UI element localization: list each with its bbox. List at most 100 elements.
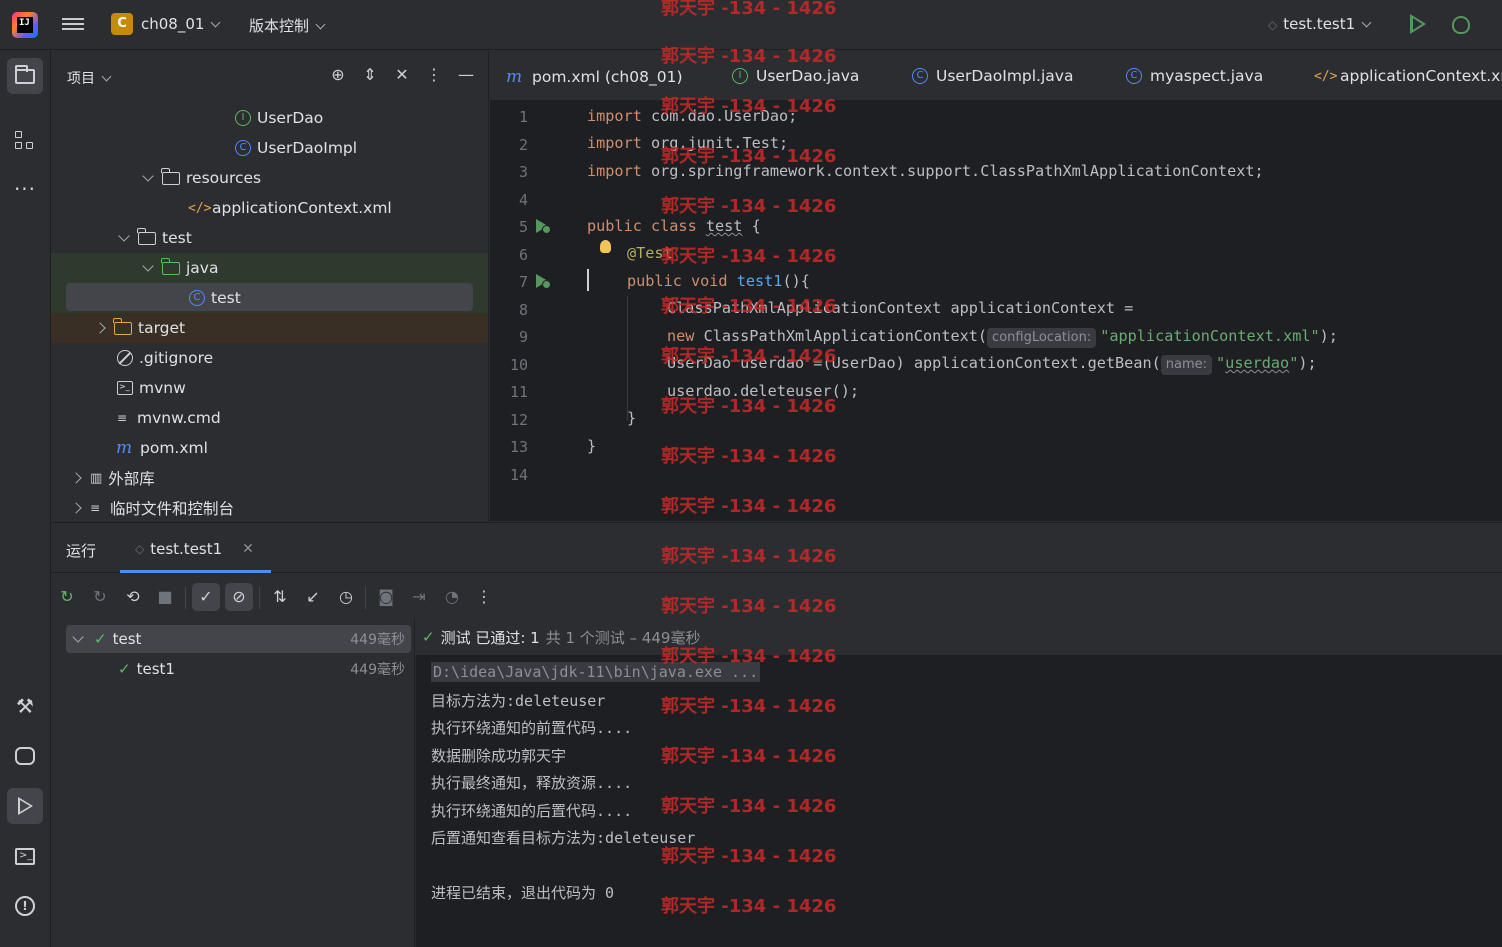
tree-item[interactable]: m pom.xml (51, 433, 488, 463)
tree-item-label: pom.xml (140, 439, 208, 457)
project-badge[interactable]: C (111, 13, 133, 35)
parameter-hint: configLocation: (987, 328, 1097, 348)
run-tool-button[interactable] (7, 788, 43, 824)
editor-area: m pom.xml (ch08_01) I UserDao.java C UserDa… (490, 51, 1502, 521)
scratch-icon: ≡ (90, 501, 101, 515)
folder-icon (137, 227, 156, 245)
code-line: } (587, 437, 597, 455)
line-number: 3 (518, 163, 528, 181)
rerun-failed-icon[interactable]: ↻ (86, 583, 114, 611)
debug-icon[interactable] (1452, 16, 1470, 34)
line-number: 7 (518, 273, 528, 291)
run-test-gutter-icon[interactable] (536, 274, 552, 289)
line-number: 14 (509, 466, 528, 484)
run-panel: 运行 ◇ test.test1 ✕ ↻ ↻ ⟲ ■ ✓ ⊘ ⇅ ↙ ◷ ◙ ⇥ … (51, 522, 1502, 947)
line-number: 1 (518, 108, 528, 126)
chevron-down-icon[interactable] (118, 230, 130, 242)
services-tool-button[interactable] (7, 738, 43, 774)
summary-status: 测试 已通过: 1 (440, 628, 540, 647)
class-icon: C (235, 140, 251, 156)
tree-item[interactable]: >_ mvnw (51, 373, 488, 403)
chevron-down-icon[interactable] (142, 170, 154, 182)
tree-item[interactable]: ≡ mvnw.cmd (51, 403, 488, 433)
test-suite-row[interactable]: ✓ test 449毫秒 (66, 625, 411, 653)
more-options-icon[interactable]: ⋮ (470, 583, 498, 611)
run-config-selector[interactable]: ◇ test.test1 (1268, 15, 1372, 33)
tree-item-label: target (138, 319, 186, 337)
run-tab[interactable]: ◇ test.test1 ✕ (135, 540, 254, 558)
tree-item-label: resources (186, 169, 262, 187)
tab-userdao[interactable]: I UserDao.java (732, 67, 859, 85)
build-tool-button[interactable]: ⚒ (7, 688, 43, 724)
sort-icon[interactable]: ⇅ (266, 583, 294, 611)
run-test-gutter-icon[interactable] (536, 219, 552, 234)
tree-item[interactable]: test (51, 223, 488, 253)
code-line: import org.springframework.context.suppo… (587, 162, 1264, 180)
run-icon[interactable] (1410, 14, 1426, 34)
tree-item[interactable]: ▥ 外部库 (51, 463, 488, 493)
text-file-icon: ≡ (117, 411, 128, 425)
run-tab-label: test.test1 (150, 540, 223, 558)
project-switcher[interactable]: ch08_01 (141, 15, 221, 33)
tab-label: UserDao.java (756, 67, 860, 85)
options-icon[interactable]: ⋮ (425, 65, 443, 84)
coverage-icon[interactable]: ◔ (438, 583, 466, 611)
problems-tool-button[interactable]: ! (7, 888, 43, 924)
export-icon[interactable]: ⇥ (405, 583, 433, 611)
collapse-all-icon[interactable]: ✕ (393, 65, 411, 84)
tree-item[interactable]: C UserDaoImpl (51, 133, 488, 163)
hide-icon[interactable]: — (457, 65, 475, 84)
tree-item[interactable]: target (51, 313, 488, 343)
collapse-icon[interactable]: ↙ (299, 583, 327, 611)
show-ignored-icon[interactable]: ⊘ (225, 583, 253, 611)
screenshot-icon[interactable]: ◙ (372, 583, 400, 611)
vcs-menu[interactable]: 版本控制 (249, 15, 326, 36)
test-name: test1 (136, 660, 175, 678)
expand-all-icon[interactable]: ⇕ (361, 65, 379, 84)
tab-userdaoimpl[interactable]: C UserDaoImpl.java (912, 67, 1073, 85)
class-icon: C (1126, 68, 1142, 84)
passed-check-icon: ✓ (118, 660, 131, 678)
chevron-down-icon (1361, 17, 1372, 28)
tree-item[interactable]: ≡ 临时文件和控制台 (51, 493, 488, 521)
project-view-selector[interactable]: 项目 (67, 68, 112, 88)
line-number: 4 (518, 191, 528, 209)
more-tools-button[interactable]: ··· (7, 171, 43, 207)
tab-label: myaspect.java (1150, 67, 1264, 85)
tab-applicationcontext[interactable]: </> applicationContext.xml (1314, 67, 1502, 85)
intellij-logo-icon[interactable]: IJ (12, 12, 38, 38)
active-tab-indicator (120, 570, 271, 573)
console-output[interactable]: ✓ 测试 已通过: 1 共 1 个测试 – 449毫秒 D:\idea\Java… (416, 619, 1502, 947)
excluded-folder-icon (113, 317, 132, 335)
tab-myaspect[interactable]: Cmyaspect.java (1126, 67, 1263, 85)
chevron-right-icon[interactable] (70, 472, 82, 484)
tree-item[interactable]: java (51, 253, 488, 283)
tree-item[interactable]: .gitignore (51, 343, 488, 373)
terminal-icon: >_ (15, 847, 35, 865)
show-passed-icon[interactable]: ✓ (192, 583, 220, 611)
chevron-right-icon[interactable] (70, 502, 82, 514)
line-number: 11 (509, 383, 528, 401)
locate-icon[interactable]: ⊕ (329, 65, 347, 84)
tree-item[interactable]: I UserDao (51, 103, 488, 133)
tree-item[interactable]: resources (51, 163, 488, 193)
console-command-line[interactable]: D:\idea\Java\jdk-11\bin\java.exe ... (431, 662, 761, 682)
structure-tool-button[interactable] (7, 123, 43, 159)
main-menu-icon[interactable] (62, 15, 84, 35)
rerun-icon[interactable]: ↻ (53, 583, 81, 611)
terminal-tool-button[interactable]: >_ (7, 838, 43, 874)
stop-icon[interactable]: ■ (151, 583, 179, 611)
tree-item[interactable]: </> applicationContext.xml (51, 193, 488, 223)
chevron-right-icon[interactable] (94, 322, 106, 334)
project-tool-button[interactable] (7, 58, 43, 94)
tree-item-label: 临时文件和控制台 (110, 500, 235, 518)
close-icon[interactable]: ✕ (242, 541, 254, 557)
vcs-label: 版本控制 (249, 17, 310, 35)
test-case-row[interactable]: ✓ test1 449毫秒 (66, 655, 411, 683)
chevron-down-icon[interactable] (72, 631, 84, 643)
history-icon[interactable]: ◷ (332, 583, 360, 611)
chevron-down-icon[interactable] (142, 260, 154, 272)
toggle-auto-test-icon[interactable]: ⟲ (119, 583, 147, 611)
tree-item-selected[interactable]: Ctest (51, 283, 488, 313)
tab-pom[interactable]: m pom.xml (ch08_01) (506, 67, 683, 87)
